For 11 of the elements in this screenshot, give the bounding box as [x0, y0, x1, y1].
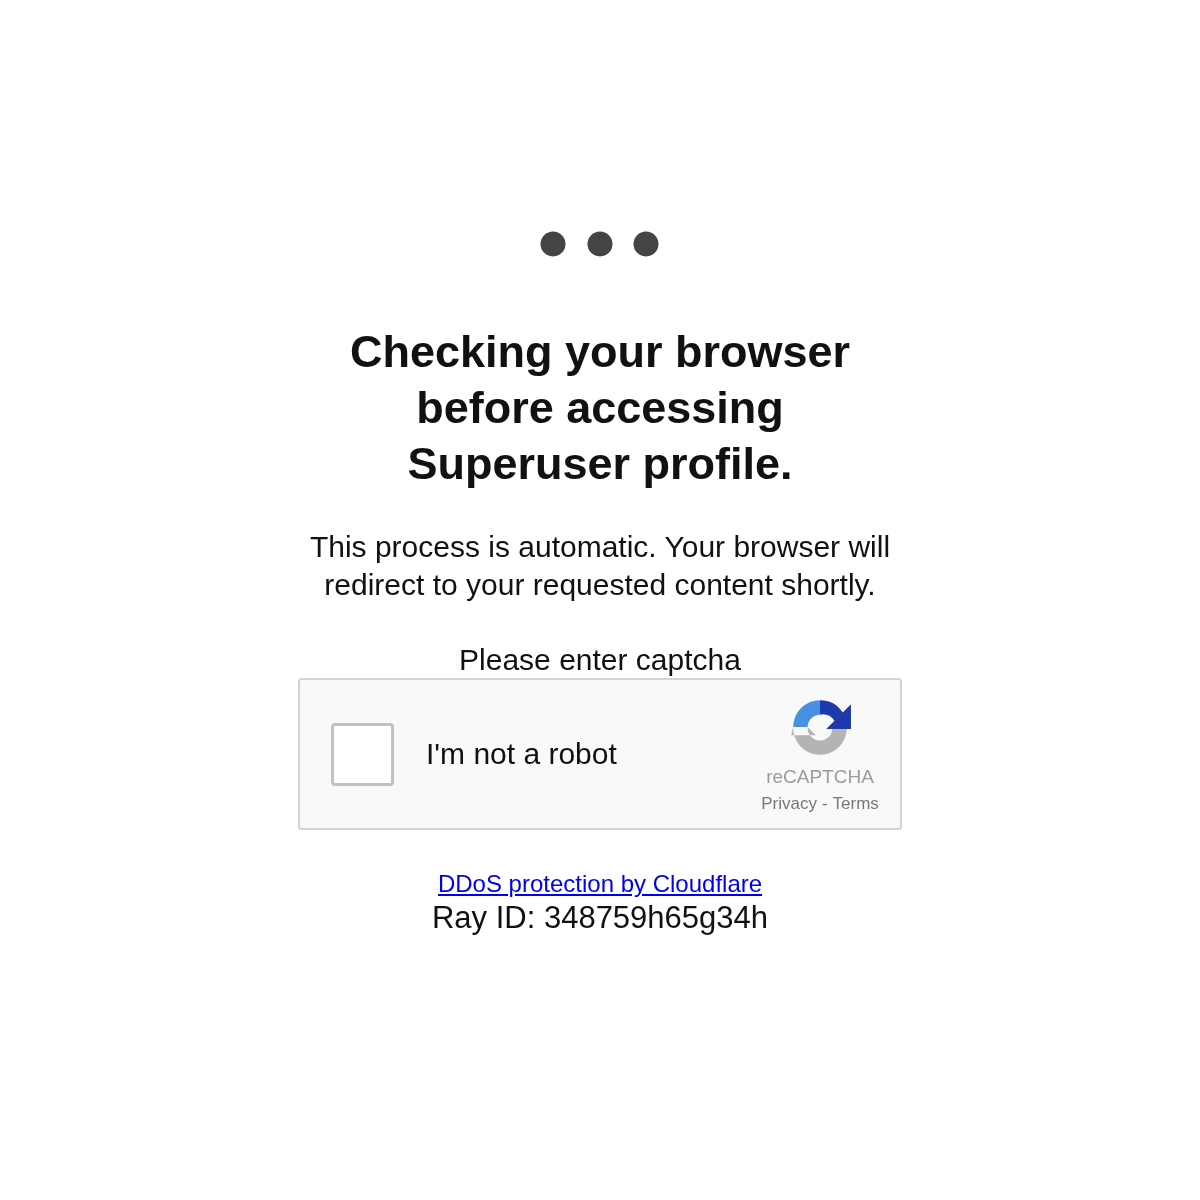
captcha-prompt: Please enter captcha	[459, 642, 741, 678]
terms-link[interactable]: Terms	[832, 794, 879, 814]
link-separator: -	[821, 794, 828, 814]
page-title: Checking your browser before accessing Superuser profile.	[348, 325, 852, 491]
ray-id: Ray ID: 348759h65g34h	[431, 900, 769, 936]
message-text: This process is automatic. Your browser will redirect to your requested content shortly.	[308, 529, 892, 603]
cloudflare-link[interactable]: DDoS protection by Cloudflare	[437, 870, 763, 898]
privacy-link[interactable]: Privacy	[761, 794, 817, 814]
checkbox[interactable]	[331, 722, 394, 786]
checkbox-label: I'm not a robot	[426, 737, 618, 771]
recaptcha-brand: reCAPTCHA	[766, 766, 874, 788]
